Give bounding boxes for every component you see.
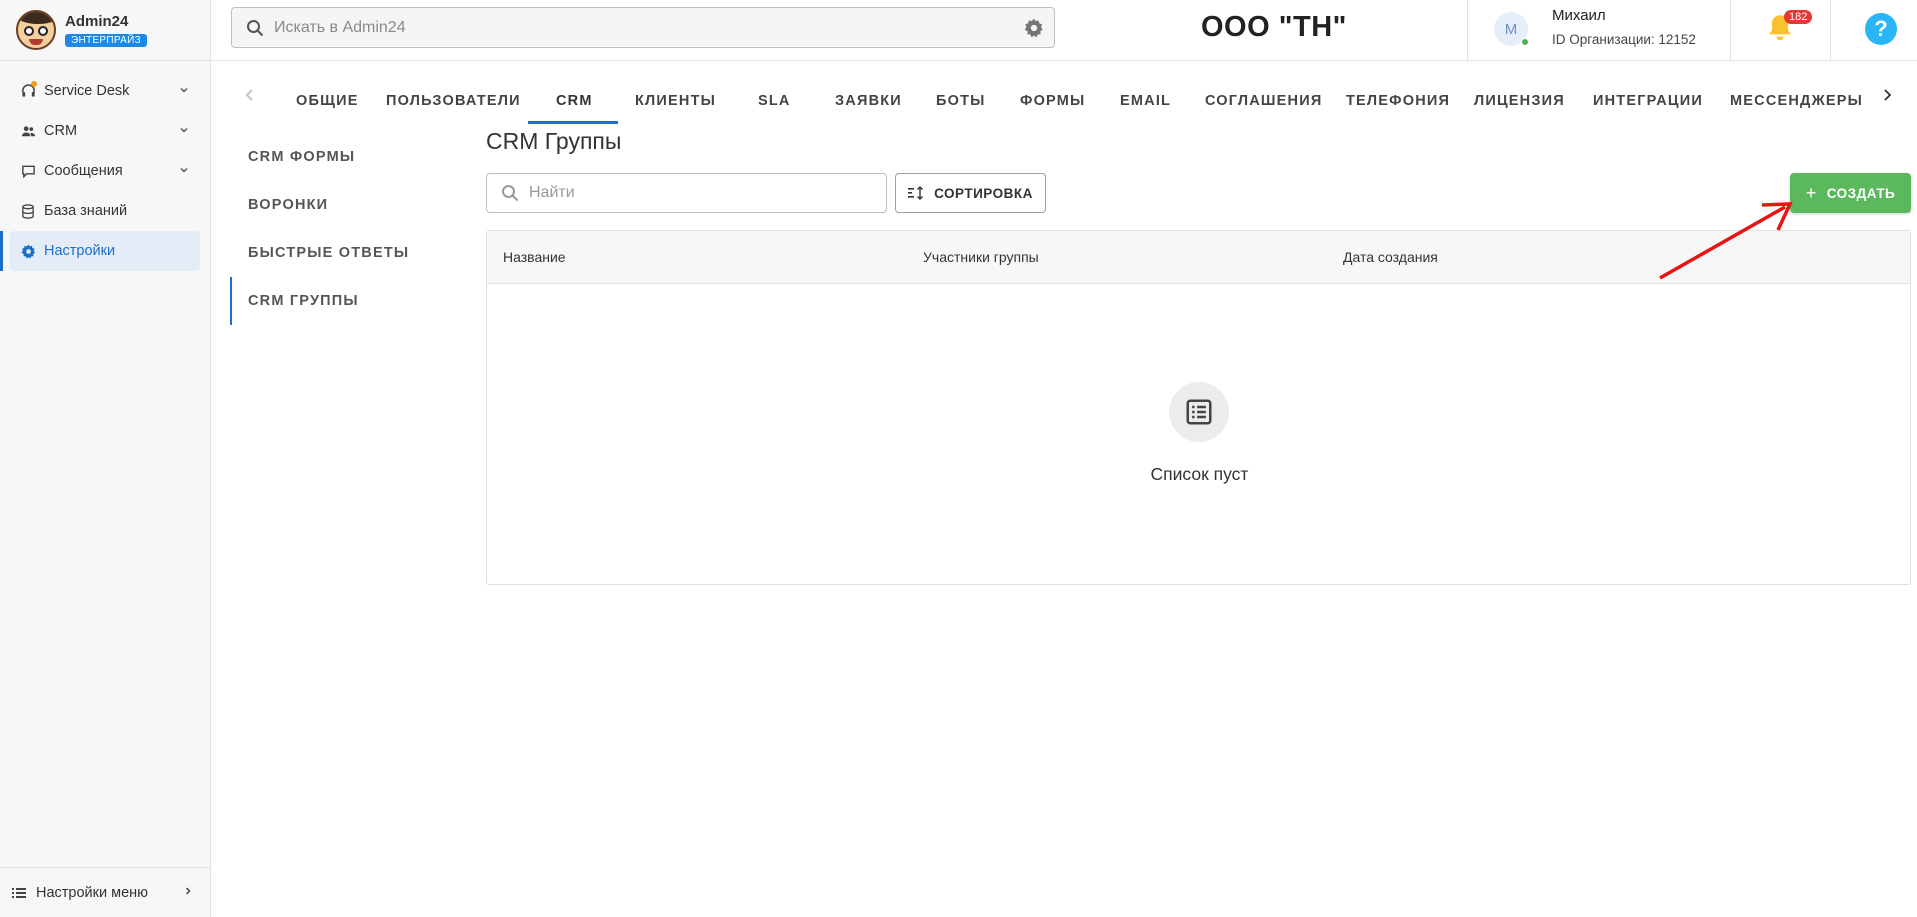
brand-name: Admin24 (65, 12, 129, 30)
create-button[interactable]: + СОЗДАТЬ (1790, 173, 1911, 213)
sidebar: Admin24 ЭНТЕРПРАЙЗ Service Desk CRM Сооб… (0, 0, 211, 917)
menu-settings-label: Настройки меню (36, 884, 149, 901)
sidebar-item-label: Service Desk (44, 83, 130, 99)
page-title: CRM Группы (486, 128, 622, 154)
top-header: ООО "ТН" М Михаил ID Организации: 12152 … (211, 0, 1917, 61)
tab-clients[interactable]: КЛИЕНТЫ (635, 93, 716, 109)
tab-users[interactable]: ПОЛЬЗОВАТЕЛИ (386, 93, 521, 109)
gear-icon (20, 243, 36, 259)
organization-id: ID Организации: 12152 (1552, 32, 1696, 47)
tab-integrations[interactable]: ИНТЕГРАЦИИ (1593, 93, 1703, 109)
chevron-down-icon (178, 124, 190, 140)
column-header-members[interactable]: Участники группы (923, 249, 1039, 265)
sidebar-nav: Service Desk CRM Сообщения База знаний Н… (0, 61, 210, 271)
subnav-funnels[interactable]: ВОРОНКИ (230, 181, 450, 229)
column-header-name[interactable]: Название (503, 249, 566, 265)
tab-license[interactable]: ЛИЦЕНЗИЯ (1474, 93, 1565, 109)
active-tab-indicator (528, 121, 618, 124)
tab-forms[interactable]: ФОРМЫ (1020, 93, 1085, 109)
menu-settings-button[interactable]: Настройки меню (0, 867, 210, 917)
search-icon (246, 19, 264, 37)
user-name: Михаил (1552, 7, 1606, 24)
sidebar-item-label: Настройки (44, 243, 116, 259)
search-settings-gear-icon[interactable] (1024, 18, 1044, 43)
notification-count-badge: 182 (1784, 10, 1813, 24)
tab-requests[interactable]: ЗАЯВКИ (835, 93, 902, 109)
sidebar-item-label: База знаний (44, 203, 128, 219)
notifications-button[interactable]: 182 (1731, 0, 1831, 60)
tab-messengers[interactable]: МЕССЕНДЖЕРЫ (1730, 93, 1863, 109)
logo-avatar-icon (16, 10, 56, 50)
create-button-label: СОЗДАТЬ (1826, 185, 1896, 201)
tab-agreements[interactable]: СОГЛАШЕНИЯ (1205, 93, 1322, 109)
sort-button[interactable]: СОРТИРОВКА (895, 173, 1046, 213)
brand-area[interactable]: Admin24 ЭНТЕРПРАЙЗ (0, 0, 210, 61)
tab-general[interactable]: ОБЩИЕ (296, 93, 359, 109)
sidebar-item-messages[interactable]: Сообщения (10, 151, 200, 191)
crm-subnav: CRM ФОРМЫ ВОРОНКИ БЫСТРЫЕ ОТВЕТЫ CRM ГРУ… (230, 133, 450, 325)
chat-icon (20, 163, 36, 179)
database-icon (20, 203, 36, 219)
subnav-crm-groups[interactable]: CRM ГРУППЫ (230, 277, 450, 325)
help-button[interactable]: ? (1865, 13, 1897, 45)
global-search-input[interactable] (274, 18, 994, 37)
sidebar-item-label: CRM (44, 123, 78, 139)
sort-icon (908, 186, 924, 200)
plus-icon: + (1805, 182, 1817, 203)
sidebar-item-crm[interactable]: CRM (10, 111, 200, 151)
global-search[interactable] (231, 7, 1055, 48)
tab-bots[interactable]: БОТЫ (936, 93, 986, 109)
settings-tabs: ОБЩИЕ ПОЛЬЗОВАТЕЛИ CRM КЛИЕНТЫ SLA ЗАЯВК… (230, 63, 1900, 125)
chevron-down-icon (178, 84, 190, 100)
organization-title: ООО "ТН" (1201, 11, 1347, 43)
sidebar-item-settings[interactable]: Настройки (0, 231, 200, 271)
subnav-crm-forms[interactable]: CRM ФОРМЫ (230, 133, 450, 181)
sidebar-item-label: Сообщения (44, 163, 123, 179)
sidebar-item-service-desk[interactable]: Service Desk (10, 71, 200, 111)
empty-list-icon (1169, 382, 1229, 442)
tab-crm[interactable]: CRM (556, 93, 593, 109)
sidebar-item-knowledge-base[interactable]: База знаний (10, 191, 200, 231)
tab-sla[interactable]: SLA (758, 93, 791, 109)
search-input[interactable] (529, 184, 869, 202)
column-header-created-date[interactable]: Дата создания (1343, 249, 1438, 265)
people-icon (20, 123, 36, 139)
sort-button-label: СОРТИРОВКА (934, 185, 1033, 201)
search-icon (501, 184, 519, 202)
tabs-scroll-right-icon[interactable] (1882, 88, 1892, 107)
list-icon (12, 887, 26, 899)
status-dot (31, 81, 37, 87)
user-profile[interactable]: М Михаил ID Организации: 12152 (1467, 0, 1731, 60)
online-status-dot (1521, 38, 1529, 46)
tabs-scroll-left-icon[interactable] (245, 88, 255, 107)
chevron-down-icon (178, 164, 190, 180)
subnav-quick-replies[interactable]: БЫСТРЫЕ ОТВЕТЫ (230, 229, 450, 277)
tab-telephony[interactable]: ТЕЛЕФОНИЯ (1346, 93, 1450, 109)
annotation-arrow-icon (1659, 202, 1793, 280)
list-search[interactable] (486, 173, 887, 213)
chevron-right-icon (182, 885, 194, 901)
plan-badge: ЭНТЕРПРАЙЗ (65, 33, 147, 47)
tab-email[interactable]: EMAIL (1120, 93, 1171, 109)
empty-state-text: Список пуст (1150, 464, 1249, 484)
